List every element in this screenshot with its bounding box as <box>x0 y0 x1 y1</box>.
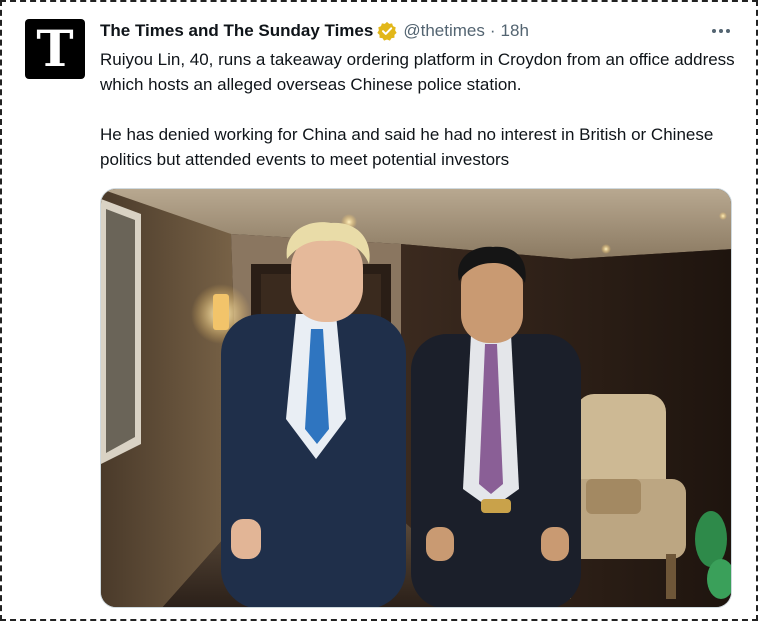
more-dots-icon[interactable] <box>708 22 734 40</box>
tweet-photo[interactable] <box>100 188 732 608</box>
dot-2 <box>719 29 723 33</box>
tweet-text: Ruiyou Lin, 40, runs a takeaway ordering… <box>100 47 740 172</box>
tweet-timestamp[interactable]: 18h <box>501 21 529 41</box>
tweet[interactable]: T The Times and The Sunday Times @thetim… <box>0 0 758 621</box>
tweet-paragraph-1: Ruiyou Lin, 40, runs a takeaway ordering… <box>100 50 735 94</box>
tweet-header: The Times and The Sunday Times @thetimes… <box>100 20 529 42</box>
gold-verified-badge-icon[interactable] <box>377 21 397 41</box>
header-separator: · <box>489 21 496 40</box>
avatar-logo-letter: T <box>36 19 74 78</box>
author-name[interactable]: The Times and The Sunday Times <box>100 21 373 41</box>
author-avatar[interactable]: T <box>25 19 85 79</box>
photo-illustration <box>101 189 731 607</box>
dot-3 <box>726 29 730 33</box>
author-handle[interactable]: @thetimes <box>403 21 485 41</box>
tweet-paragraph-2: He has denied working for China and said… <box>100 125 714 169</box>
dot-1 <box>712 29 716 33</box>
